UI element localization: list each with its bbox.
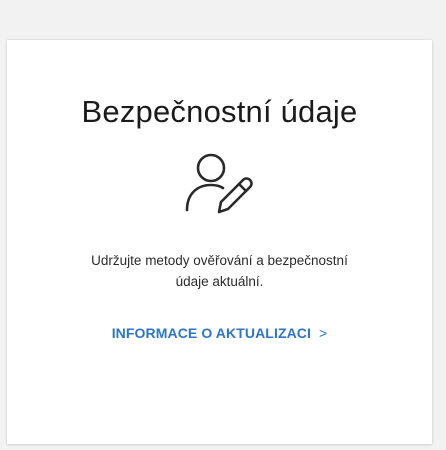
update-info-link-label[interactable]: INFORMACE O AKTUALIZACI xyxy=(112,325,311,341)
update-info-link[interactable]: INFORMACE O AKTUALIZACI > xyxy=(7,325,432,341)
user-edit-icon xyxy=(183,148,257,218)
description-line-1: Udržujte metody ověřování a bezpečnostní xyxy=(91,253,348,268)
description-line-2: údaje aktuální. xyxy=(175,274,264,289)
security-info-card: Bezpečnostní údaje Udržujte metody ověřo… xyxy=(7,40,432,444)
card-title: Bezpečnostní údaje xyxy=(81,94,358,129)
chevron-right-icon[interactable]: > xyxy=(319,325,327,341)
card-description: Udržujte metody ověřování a bezpečnostní… xyxy=(27,250,412,292)
